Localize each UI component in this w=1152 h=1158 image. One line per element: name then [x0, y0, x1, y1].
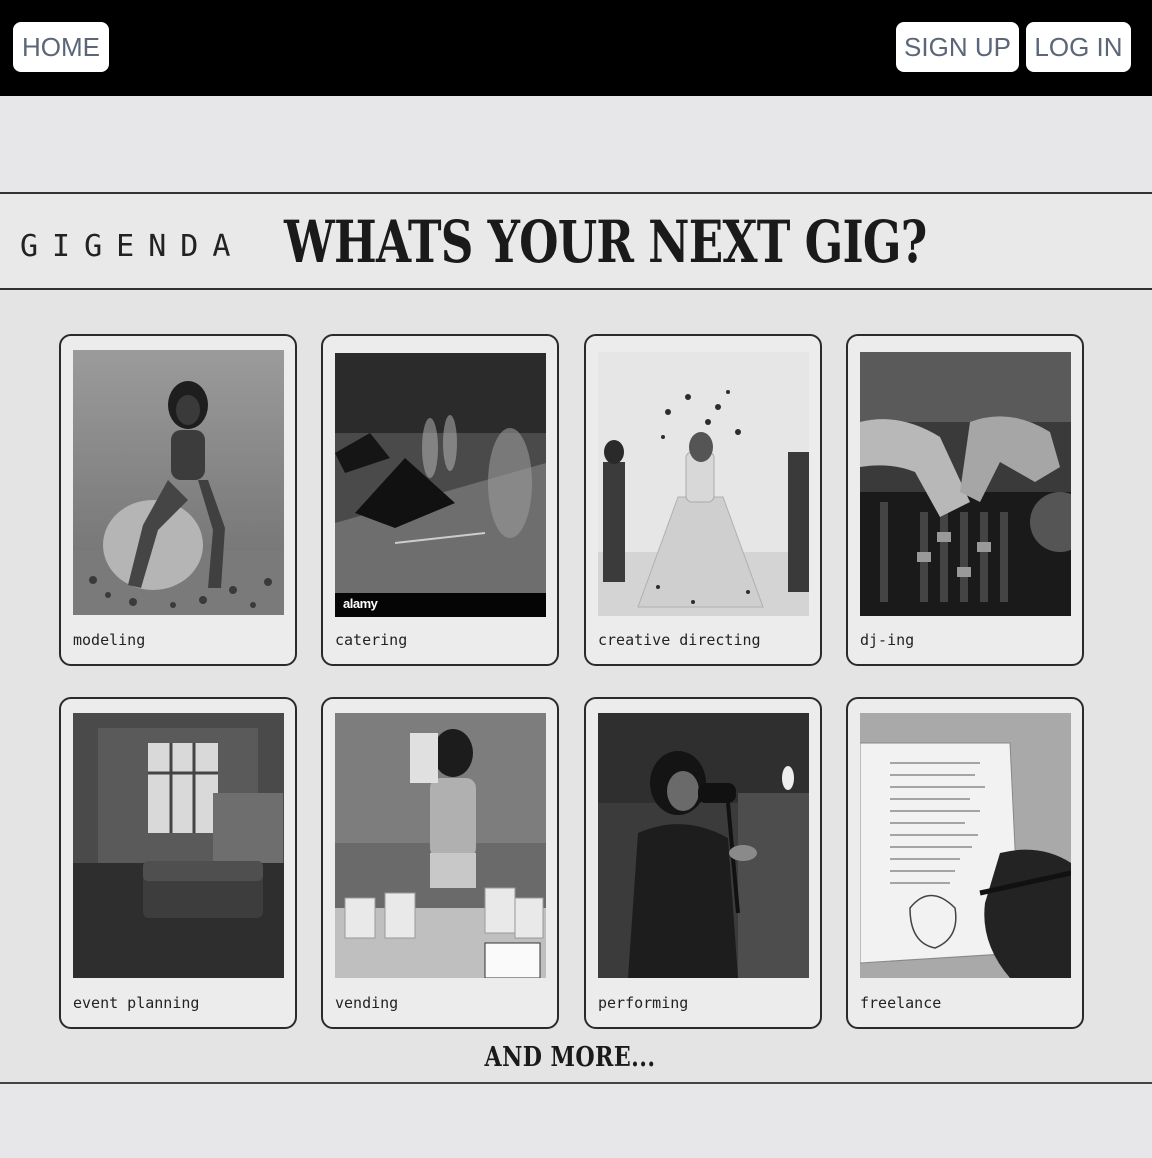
gig-label-dj-ing: dj-ing: [860, 631, 915, 649]
dj-mixer-photo: [860, 352, 1071, 616]
stock-watermark: alamy: [343, 596, 378, 611]
model-seated-photo: [73, 350, 284, 615]
gig-label-freelance: freelance: [860, 994, 942, 1012]
gig-label-catering: catering: [335, 631, 408, 649]
gig-card-vending[interactable]: vending: [321, 697, 559, 1029]
brand-name: GIGENDA: [20, 229, 245, 264]
log-in-button[interactable]: LOG IN: [1026, 22, 1131, 72]
gig-card-catering[interactable]: alamy catering: [321, 334, 559, 666]
bride-photoshoot-photo: [598, 352, 809, 616]
page-headline: WHATS YOUR NEXT GIG?: [284, 208, 927, 276]
singer-microphone-photo: [598, 713, 809, 978]
gig-label-modeling: modeling: [73, 631, 146, 649]
gig-card-freelance[interactable]: freelance: [846, 697, 1084, 1029]
table-setting-photo: alamy: [335, 353, 546, 617]
gig-showcase-panel: GIGENDA WHATS YOUR NEXT GIG? modeling al…: [0, 192, 1152, 1084]
gig-card-creative-directing[interactable]: creative directing: [584, 334, 822, 666]
gig-card-event-planning[interactable]: event planning: [59, 697, 297, 1029]
handwritten-notebook-photo: [860, 713, 1071, 978]
showcase-header: GIGENDA WHATS YOUR NEXT GIG?: [0, 194, 1152, 290]
top-navigation-bar: HOME SIGN UP LOG IN: [0, 0, 1152, 96]
home-button[interactable]: HOME: [13, 22, 109, 72]
loft-room-photo: [73, 713, 284, 978]
gig-label-performing: performing: [598, 994, 689, 1012]
gig-label-creative-directing: creative directing: [598, 631, 761, 649]
vendor-bags-photo: [335, 713, 546, 978]
gig-card-modeling[interactable]: modeling: [59, 334, 297, 666]
gig-label-event-planning: event planning: [73, 994, 200, 1012]
gig-label-vending: vending: [335, 994, 399, 1012]
gig-card-dj-ing[interactable]: dj-ing: [846, 334, 1084, 666]
gig-card-performing[interactable]: performing: [584, 697, 822, 1029]
sign-up-button[interactable]: SIGN UP: [896, 22, 1019, 72]
and-more-link[interactable]: AND MORE...: [103, 1042, 1038, 1073]
